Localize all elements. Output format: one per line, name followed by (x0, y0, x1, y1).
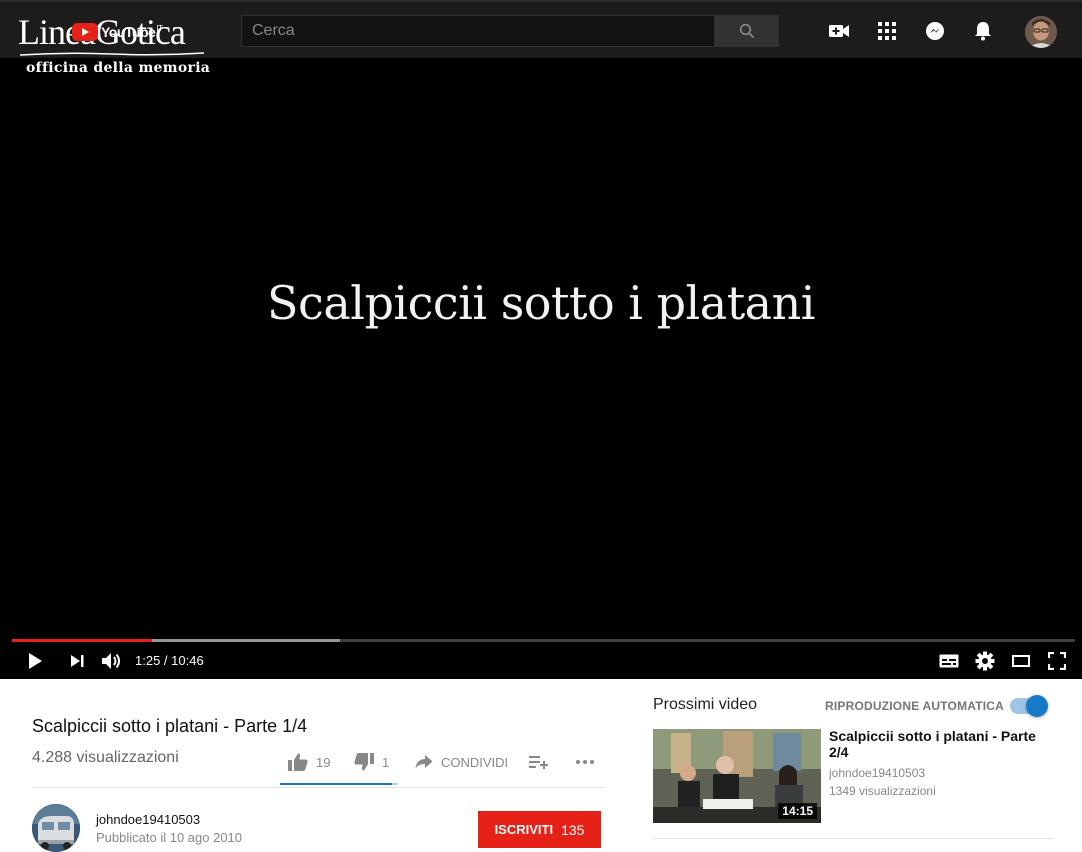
progress-played (12, 639, 153, 642)
search-input[interactable] (242, 16, 714, 46)
theater-mode-button[interactable] (1010, 649, 1032, 673)
up-next-heading: Prossimi video (653, 696, 758, 713)
next-button[interactable] (66, 649, 88, 673)
apps-grid-icon[interactable] (875, 19, 899, 43)
volume-icon (102, 653, 120, 669)
share-arrow-icon (415, 755, 433, 769)
video-player[interactable]: Scalpiccii sotto i platani 1:25 / 10:46 (0, 58, 1082, 679)
logo-subtitle: officina della memoria (26, 60, 211, 76)
thumbs-down-icon (354, 753, 374, 771)
channel-name[interactable]: johndoe19410503 (96, 812, 200, 827)
play-button[interactable] (24, 649, 46, 673)
publish-date: Pubblicato il 10 ago 2010 (96, 830, 243, 845)
video-frame-title: Scalpiccii sotto i platani (267, 276, 815, 330)
subscribe-label: ISCRIVITI (494, 822, 554, 837)
add-to-playlist-button[interactable] (529, 750, 549, 774)
next-icon (71, 655, 84, 667)
recommended-video-channel: johndoe19410503 (829, 766, 926, 780)
add-to-playlist-icon (529, 756, 548, 769)
sidebar-divider (653, 838, 1054, 839)
recommended-video-thumbnail[interactable]: 14:15 (653, 729, 821, 823)
view-count: 4.288 visualizzazioni (32, 749, 179, 766)
account-avatar[interactable] (1025, 16, 1057, 48)
search-button[interactable] (714, 15, 779, 47)
youtube-logo: YouTubeIT (72, 22, 163, 42)
messages-icon[interactable] (923, 19, 947, 43)
upload-video-icon[interactable] (827, 19, 851, 43)
share-button[interactable]: CONDIVIDI (415, 750, 508, 774)
notifications-bell-icon[interactable] (971, 19, 995, 43)
fullscreen-icon (1048, 652, 1066, 670)
autoplay-toggle-knob (1026, 695, 1048, 717)
subtitles-button[interactable] (938, 649, 960, 673)
more-horizontal-icon (576, 760, 594, 764)
logo-underline-decoration (20, 52, 204, 56)
search-box[interactable] (241, 15, 715, 47)
like-count: 19 (316, 754, 331, 770)
subscriber-count: 135 (561, 821, 585, 838)
current-time: 1:25 (135, 653, 161, 668)
channel-avatar[interactable] (32, 804, 80, 852)
youtube-wordmark: YouTubeIT (101, 24, 163, 40)
time-display: 1:25 / 10:46 (135, 653, 204, 668)
dislike-button[interactable]: 1 (354, 750, 389, 774)
dislike-count: 1 (382, 754, 390, 770)
progress-bar[interactable] (12, 639, 1075, 642)
video-title: Scalpiccii sotto i platani - Parte 1/4 (32, 716, 308, 736)
total-duration: 10:46 (171, 653, 204, 668)
share-label: CONDIVIDI (441, 754, 509, 770)
fullscreen-button[interactable] (1046, 649, 1068, 673)
settings-button[interactable] (974, 649, 996, 673)
theater-mode-icon (1012, 655, 1030, 667)
search-icon (739, 23, 754, 39)
volume-button[interactable] (100, 649, 124, 673)
autoplay-toggle[interactable] (1010, 695, 1048, 717)
video-duration: 14:15 (778, 803, 817, 819)
info-divider (32, 787, 605, 788)
recommended-video-title[interactable]: Scalpiccii sotto i platani - Parte 2/4 (829, 728, 1039, 760)
settings-gear-icon (975, 651, 995, 671)
play-icon (29, 653, 42, 669)
recommended-video-views: 1349 visualizzazioni (829, 784, 936, 798)
like-dislike-ratio-bar (280, 783, 398, 785)
like-ratio-fill (280, 783, 393, 785)
like-button[interactable]: 19 (288, 750, 330, 774)
more-actions-button[interactable] (575, 750, 595, 774)
time-separator: / (160, 653, 172, 668)
youtube-play-icon (72, 23, 98, 41)
subtitles-icon (939, 654, 959, 668)
autoplay-label: RIPRODUZIONE AUTOMATICA (825, 699, 1005, 713)
thumbs-up-icon (288, 753, 308, 771)
subscribe-button[interactable]: ISCRIVITI 135 (478, 811, 601, 848)
site-logo[interactable]: LineaGotica YouTubeIT officina della mem… (18, 8, 214, 80)
